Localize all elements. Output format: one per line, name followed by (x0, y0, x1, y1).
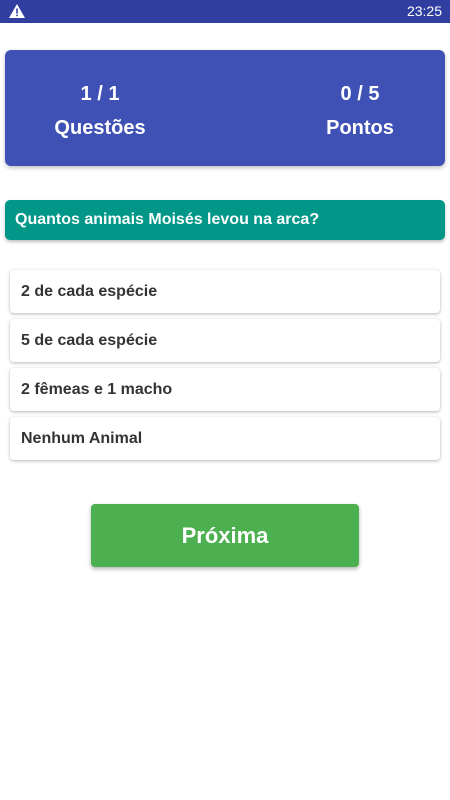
status-bar: 23:25 (0, 0, 450, 23)
warning-icon (9, 4, 25, 18)
answer-option-4[interactable]: Nenhum Animal (10, 417, 440, 460)
points-stat: 0 / 5 Pontos (280, 80, 440, 142)
answer-option-1[interactable]: 2 de cada espécie (10, 270, 440, 313)
answer-option-2[interactable]: 5 de cada espécie (10, 319, 440, 362)
answer-options: 2 de cada espécie 5 de cada espécie 2 fê… (10, 270, 440, 466)
points-count: 0 / 5 (340, 83, 380, 105)
answer-option-3[interactable]: 2 fêmeas e 1 macho (10, 368, 440, 411)
points-label: Pontos (326, 117, 394, 139)
questions-count: 1 / 1 (80, 83, 120, 105)
next-button[interactable]: Próxima (91, 504, 359, 567)
questions-label: Questões (54, 117, 146, 139)
question-text: Quantos animais Moisés levou na arca? (5, 200, 445, 240)
questions-stat: 1 / 1 Questões (20, 80, 180, 142)
scoreboard-card: 1 / 1 Questões 0 / 5 Pontos (5, 50, 445, 166)
status-time: 23:25 (406, 3, 442, 19)
